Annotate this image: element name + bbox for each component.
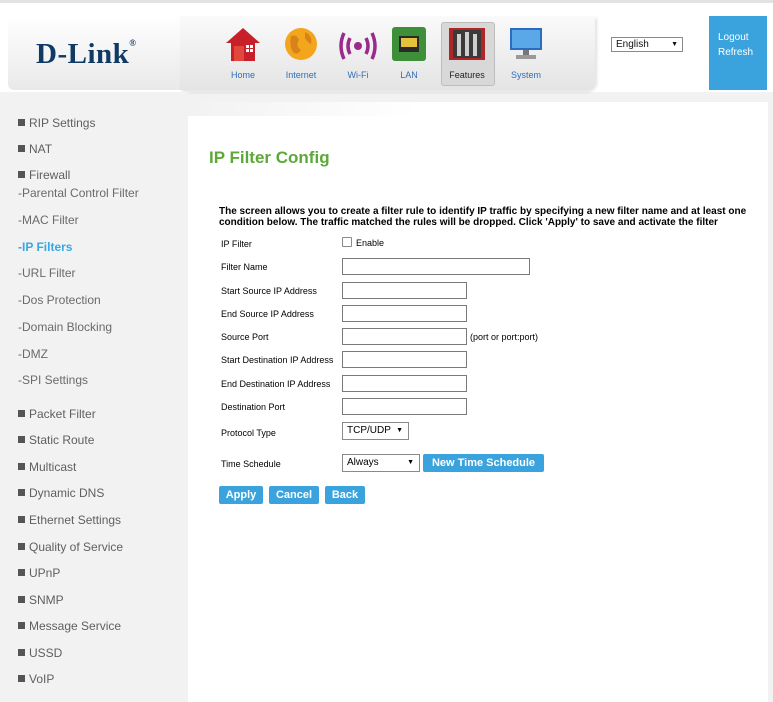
sidebar-sub-parental-control-filter[interactable]: -Parental Control Filter bbox=[18, 186, 139, 200]
sidebar-sub-domain-blocking[interactable]: -Domain Blocking bbox=[18, 320, 112, 334]
end-destination-ip-label: End Destination IP Address bbox=[221, 379, 331, 389]
sidebar-item-quality-of-service[interactable]: Quality of Service bbox=[18, 540, 123, 554]
account-box: Logout Refresh bbox=[709, 16, 767, 90]
nav-label: LAN bbox=[400, 70, 418, 80]
home-icon bbox=[226, 28, 260, 61]
sidebar-sub-dmz[interactable]: -DMZ bbox=[18, 347, 48, 361]
bullet-icon bbox=[18, 171, 25, 178]
header-top-line bbox=[0, 0, 773, 3]
end-source-ip-label: End Source IP Address bbox=[221, 309, 314, 319]
start-destination-ip-label: Start Destination IP Address bbox=[221, 355, 334, 365]
nav-label: Internet bbox=[285, 70, 317, 80]
dropdown-arrow-icon: ▼ bbox=[396, 427, 403, 434]
nav-label: Features bbox=[449, 70, 485, 80]
sidebar-item-dynamic-dns[interactable]: Dynamic DNS bbox=[18, 486, 104, 500]
wifi-icon bbox=[339, 32, 377, 60]
sidebar-item-ethernet-settings[interactable]: Ethernet Settings bbox=[18, 513, 121, 527]
source-port-input[interactable] bbox=[342, 328, 467, 345]
start-source-ip-label: Start Source IP Address bbox=[221, 286, 317, 296]
bullet-icon bbox=[18, 436, 25, 443]
sidebar bbox=[0, 92, 188, 702]
bullet-icon bbox=[18, 622, 25, 629]
nav-features[interactable]: Features bbox=[441, 22, 495, 86]
nav-label: Home bbox=[230, 70, 255, 80]
bullet-icon bbox=[18, 516, 25, 523]
cancel-button[interactable]: Cancel bbox=[269, 486, 319, 504]
dropdown-arrow-icon: ▼ bbox=[407, 459, 414, 466]
sidebar-item-firewall[interactable]: Firewall bbox=[18, 168, 70, 182]
nav-label: Wi-Fi bbox=[347, 70, 369, 80]
port-format-hint: (port or port:port) bbox=[470, 332, 539, 342]
page-description: The screen allows you to create a filter… bbox=[219, 206, 747, 228]
nav-label: System bbox=[510, 70, 541, 80]
sidebar-item-multicast[interactable]: Multicast bbox=[18, 460, 76, 474]
lan-port-icon bbox=[392, 27, 426, 61]
page-title: IP Filter Config bbox=[209, 148, 330, 167]
monitor-icon bbox=[510, 28, 542, 59]
sidebar-item-voip[interactable]: VoIP bbox=[18, 672, 54, 686]
sidebar-sub-ip-filters[interactable]: -IP Filters bbox=[18, 240, 72, 254]
nav-lan[interactable]: LAN bbox=[383, 22, 435, 86]
nav-home[interactable]: Home bbox=[217, 22, 269, 86]
sidebar-item-upnp[interactable]: UPnP bbox=[18, 566, 60, 580]
sidebar-sub-dos-protection[interactable]: -Dos Protection bbox=[18, 293, 101, 307]
sidebar-item-static-route[interactable]: Static Route bbox=[18, 433, 94, 447]
sidebar-item-snmp[interactable]: SNMP bbox=[18, 593, 64, 607]
sidebar-sub-spi-settings[interactable]: -SPI Settings bbox=[18, 373, 88, 387]
new-time-schedule-button[interactable]: New Time Schedule bbox=[423, 454, 544, 472]
filter-name-label: Filter Name bbox=[221, 262, 268, 272]
sidebar-item-message-service[interactable]: Message Service bbox=[18, 619, 121, 633]
sidebar-item-nat[interactable]: NAT bbox=[18, 142, 52, 156]
ip-filter-label: IP Filter bbox=[221, 239, 252, 249]
dlink-logo: D-Link® bbox=[36, 38, 137, 70]
sidebar-item-packet-filter[interactable]: Packet Filter bbox=[18, 407, 96, 421]
tools-icon bbox=[449, 28, 485, 60]
bullet-icon bbox=[18, 410, 25, 417]
back-button[interactable]: Back bbox=[325, 486, 365, 504]
end-source-ip-input[interactable] bbox=[342, 305, 467, 322]
source-port-label: Source Port bbox=[221, 332, 269, 342]
time-schedule-label: Time Schedule bbox=[221, 459, 281, 469]
protocol-type-label: Protocol Type bbox=[221, 428, 276, 438]
sidebar-item-rip-settings[interactable]: RIP Settings bbox=[18, 116, 95, 130]
filter-name-input[interactable] bbox=[342, 258, 530, 275]
sidebar-sub-url-filter[interactable]: -URL Filter bbox=[18, 266, 76, 280]
nav-system[interactable]: System bbox=[500, 22, 552, 86]
bullet-icon bbox=[18, 119, 25, 126]
time-schedule-value: Always bbox=[347, 457, 379, 468]
nav-internet[interactable]: Internet bbox=[275, 22, 327, 86]
sidebar-sub-mac-filter[interactable]: -MAC Filter bbox=[18, 213, 79, 227]
bullet-icon bbox=[18, 543, 25, 550]
bullet-icon bbox=[18, 596, 25, 603]
language-value: English bbox=[616, 39, 649, 50]
start-source-ip-input[interactable] bbox=[342, 282, 467, 299]
language-select[interactable]: English ▼ bbox=[611, 37, 683, 52]
top-nav: Home Internet Wi-Fi LAN Features System bbox=[180, 16, 595, 90]
dropdown-arrow-icon: ▼ bbox=[671, 41, 678, 48]
header: D-Link® Home Internet Wi-Fi LAN Features… bbox=[0, 0, 773, 92]
sidebar-item-ussd[interactable]: USSD bbox=[18, 646, 62, 660]
enable-label: Enable bbox=[356, 238, 385, 248]
protocol-type-value: TCP/UDP bbox=[347, 425, 391, 436]
protocol-type-select[interactable]: TCP/UDP ▼ bbox=[342, 422, 409, 440]
end-destination-ip-input[interactable] bbox=[342, 375, 467, 392]
apply-button[interactable]: Apply bbox=[219, 486, 263, 504]
content-top-fade bbox=[188, 102, 768, 116]
bullet-icon bbox=[18, 569, 25, 576]
globe-icon bbox=[285, 28, 317, 60]
refresh-link[interactable]: Refresh bbox=[718, 47, 767, 58]
nav-wifi[interactable]: Wi-Fi bbox=[332, 22, 384, 86]
start-destination-ip-input[interactable] bbox=[342, 351, 467, 368]
bullet-icon bbox=[18, 489, 25, 496]
bullet-icon bbox=[18, 145, 25, 152]
logout-link[interactable]: Logout bbox=[718, 32, 767, 43]
time-schedule-select[interactable]: Always ▼ bbox=[342, 454, 420, 472]
bullet-icon bbox=[18, 675, 25, 682]
destination-port-label: Destination Port bbox=[221, 402, 286, 412]
enable-checkbox[interactable] bbox=[342, 237, 352, 247]
bullet-icon bbox=[18, 463, 25, 470]
destination-port-input[interactable] bbox=[342, 398, 467, 415]
bullet-icon bbox=[18, 649, 25, 656]
